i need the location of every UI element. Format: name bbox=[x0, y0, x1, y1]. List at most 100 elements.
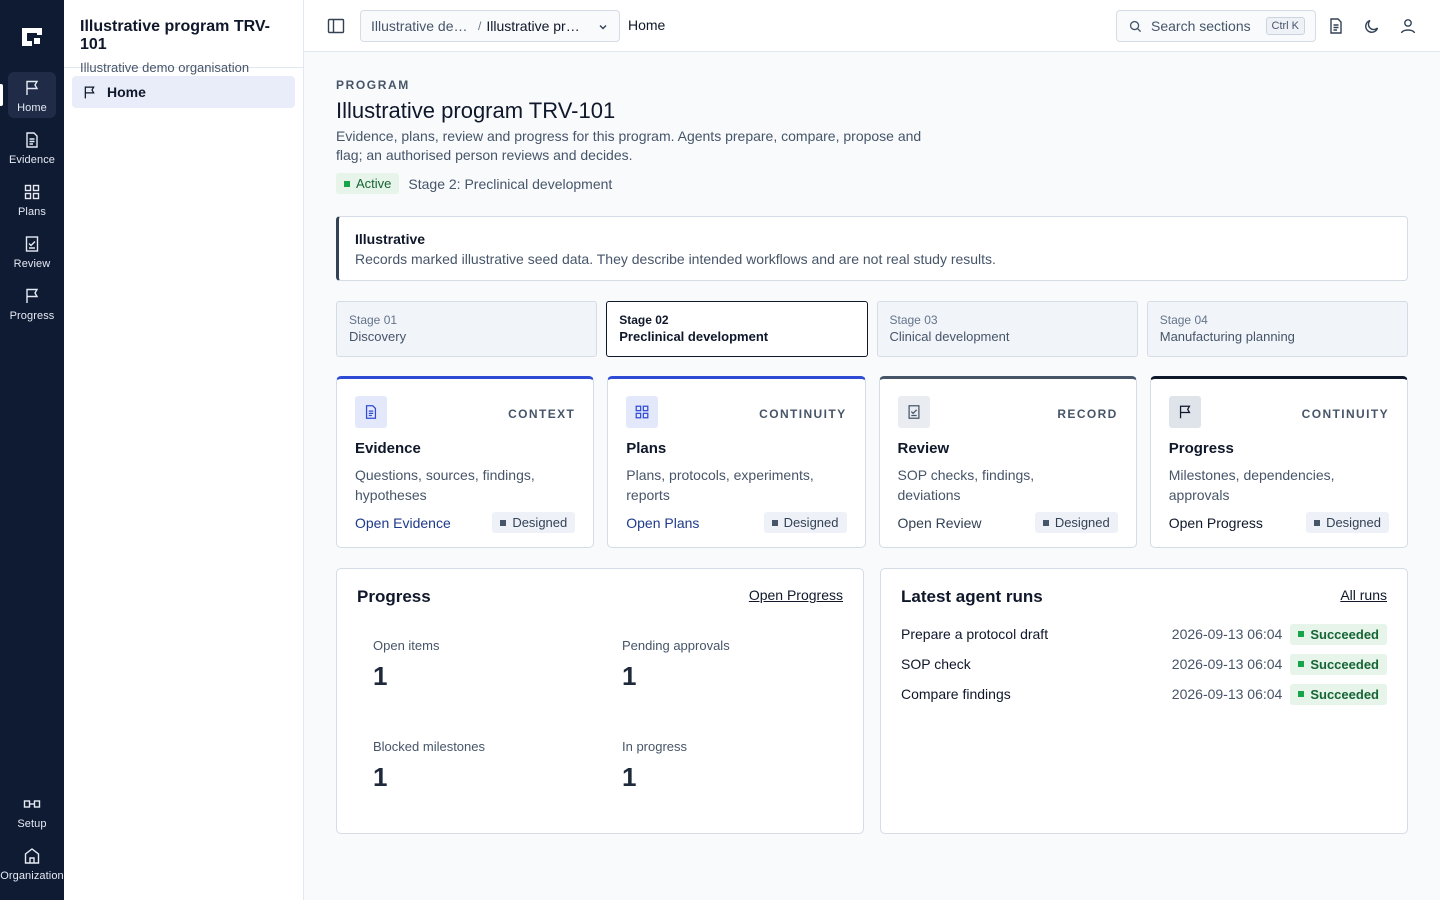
card-evidence: CONTEXT Evidence Questions, sources, fin… bbox=[336, 376, 595, 548]
rail-item-label: Plans bbox=[17, 206, 47, 218]
stage-preclinical[interactable]: Stage 02 Preclinical development bbox=[606, 301, 868, 357]
run-row[interactable]: SOP check 2026-09-13 06:04 Succeeded bbox=[901, 652, 1387, 676]
rail-item-home[interactable]: Home bbox=[8, 72, 56, 118]
stat-pending-approvals: Pending approvals 1 bbox=[622, 638, 730, 692]
run-status-badge: Succeeded bbox=[1290, 623, 1387, 645]
app-logo-icon[interactable] bbox=[20, 26, 44, 48]
stage-discovery[interactable]: Stage 01 Discovery bbox=[336, 301, 598, 357]
card-icon-box bbox=[626, 396, 659, 428]
rail-item-review[interactable]: Review bbox=[8, 228, 56, 274]
illustrative-callout: Illustrative Records marked illustrative… bbox=[336, 216, 1408, 281]
open-evidence-link[interactable]: Open Evidence bbox=[355, 515, 451, 531]
open-progress-link[interactable]: Open Progress bbox=[1169, 515, 1263, 531]
stage-manufacturing[interactable]: Stage 04 Manufacturing planning bbox=[1146, 301, 1408, 357]
crumb-org: Illustrative demo organisation bbox=[371, 18, 473, 34]
rail-item-label: Setup bbox=[17, 818, 47, 830]
status-dot-icon bbox=[1298, 631, 1305, 637]
card-icon-box bbox=[355, 396, 387, 428]
rail-item-label: Progress bbox=[9, 310, 55, 322]
run-status: Succeeded bbox=[1310, 686, 1379, 702]
page-eyebrow: PROGRAM bbox=[336, 78, 410, 92]
stat-label: Open items bbox=[373, 638, 440, 653]
rail-item-organization[interactable]: Organization bbox=[0, 840, 64, 886]
all-runs-link[interactable]: All runs bbox=[1340, 587, 1387, 603]
run-status: Succeeded bbox=[1310, 626, 1379, 642]
stat-open-items: Open items 1 bbox=[373, 638, 439, 692]
search-shortcut: Ctrl K bbox=[1265, 17, 1305, 35]
search-placeholder: Search sections bbox=[1151, 18, 1251, 34]
badge-label: Designed bbox=[512, 515, 568, 530]
run-time: 2026-09-13 06:04 bbox=[1171, 686, 1283, 702]
status-dot-icon bbox=[344, 180, 350, 187]
stat-label: In progress bbox=[622, 739, 688, 754]
designed-badge: Designed bbox=[1306, 512, 1389, 533]
card-icon-box bbox=[897, 396, 930, 428]
run-status-badge: Succeeded bbox=[1290, 653, 1387, 675]
run-status: Succeeded bbox=[1310, 656, 1379, 672]
badge-dot-icon bbox=[1042, 519, 1049, 526]
breadcrumb-current-page: Home bbox=[628, 17, 666, 33]
rail-item-setup[interactable]: Setup bbox=[0, 788, 64, 834]
run-row[interactable]: Prepare a protocol draft 2026-09-13 06:0… bbox=[901, 622, 1387, 646]
card-review: RECORD Review SOP checks, findings, devi… bbox=[878, 376, 1137, 548]
stage-number: Stage 03 bbox=[889, 313, 938, 327]
chevron-down-icon bbox=[599, 25, 607, 30]
progress-panel: Progress Open Progress Open items 1 Pend… bbox=[336, 568, 864, 834]
area-cards: CONTEXT Evidence Questions, sources, fin… bbox=[336, 376, 1408, 548]
sidebar-toggle-icon[interactable] bbox=[326, 16, 346, 36]
nav-header: Illustrative program TRV-101 Illustrativ… bbox=[64, 0, 303, 75]
nav-item-home[interactable]: Home bbox=[72, 76, 295, 108]
user-icon[interactable] bbox=[1399, 17, 1417, 35]
badge-label: Designed bbox=[783, 515, 839, 530]
stage-label: Manufacturing planning bbox=[1159, 329, 1295, 344]
document-icon[interactable] bbox=[1327, 17, 1345, 35]
rail-item-progress[interactable]: Progress bbox=[8, 280, 56, 326]
card-description: Questions, sources, findings, hypotheses bbox=[355, 467, 535, 503]
page-title: Illustrative program TRV-101 bbox=[336, 98, 616, 123]
panel-title: Latest agent runs bbox=[901, 587, 1043, 606]
card-progress: CONTINUITY Progress Milestones, dependen… bbox=[1149, 376, 1408, 548]
rail-item-plans[interactable]: Plans bbox=[8, 176, 56, 222]
badge-dot-icon bbox=[500, 519, 507, 526]
designed-badge: Designed bbox=[1034, 512, 1118, 533]
card-tag: RECORD bbox=[1057, 407, 1118, 421]
card-description: Plans, protocols, experiments, reports bbox=[626, 467, 814, 503]
open-plans-link[interactable]: Open Plans bbox=[626, 515, 699, 531]
stat-value: 1 bbox=[373, 762, 388, 792]
card-tag: CONTINUITY bbox=[759, 407, 847, 421]
stat-label: Blocked milestones bbox=[373, 739, 485, 754]
stat-value: 1 bbox=[622, 661, 637, 691]
grid-icon bbox=[24, 184, 40, 200]
stage-label: Clinical development bbox=[889, 329, 1010, 344]
stage-number: Stage 01 bbox=[349, 313, 398, 327]
page-description: Evidence, plans, review and progress for… bbox=[336, 128, 922, 163]
stat-in-progress: In progress 1 bbox=[622, 739, 687, 793]
nav-program-title: Illustrative program TRV-101 bbox=[80, 18, 270, 53]
agent-runs-panel: Latest agent runs All runs Prepare a pro… bbox=[880, 568, 1408, 834]
card-tag: CONTEXT bbox=[508, 407, 576, 421]
moon-icon[interactable] bbox=[1363, 17, 1381, 35]
status-badge-label: Active bbox=[356, 176, 392, 191]
badge-label: Designed bbox=[1054, 515, 1110, 530]
panel-title: Progress bbox=[357, 587, 431, 606]
flag-icon bbox=[1179, 405, 1191, 419]
run-row[interactable]: Compare findings 2026-09-13 06:04 Succee… bbox=[901, 682, 1387, 706]
rail-item-label: Home bbox=[17, 102, 47, 114]
link-icon bbox=[23, 800, 41, 808]
document-icon bbox=[365, 405, 377, 419]
search-input[interactable]: Search sections Ctrl K bbox=[1116, 10, 1316, 42]
rail-item-evidence[interactable]: Evidence bbox=[8, 124, 56, 170]
card-plans: CONTINUITY Plans Plans, protocols, exper… bbox=[607, 376, 866, 548]
card-title: Plans bbox=[626, 440, 667, 457]
callout-text: Records marked illustrative seed data. T… bbox=[355, 251, 996, 267]
document-icon bbox=[26, 132, 38, 148]
status-row: Active Stage 2: Preclinical development bbox=[336, 173, 612, 194]
stat-value: 1 bbox=[373, 661, 388, 691]
nav-org-subtitle: Illustrative demo organisation bbox=[80, 60, 250, 75]
stage-clinical[interactable]: Stage 03 Clinical development bbox=[876, 301, 1138, 357]
open-progress-panel-link[interactable]: Open Progress bbox=[749, 587, 843, 603]
crumb-separator: / bbox=[478, 19, 482, 33]
program-switcher[interactable]: Illustrative demo organisation / Illustr… bbox=[360, 10, 620, 42]
current-stage: Stage 2: Preclinical development bbox=[408, 175, 613, 192]
open-review-link[interactable]: Open Review bbox=[898, 515, 982, 531]
